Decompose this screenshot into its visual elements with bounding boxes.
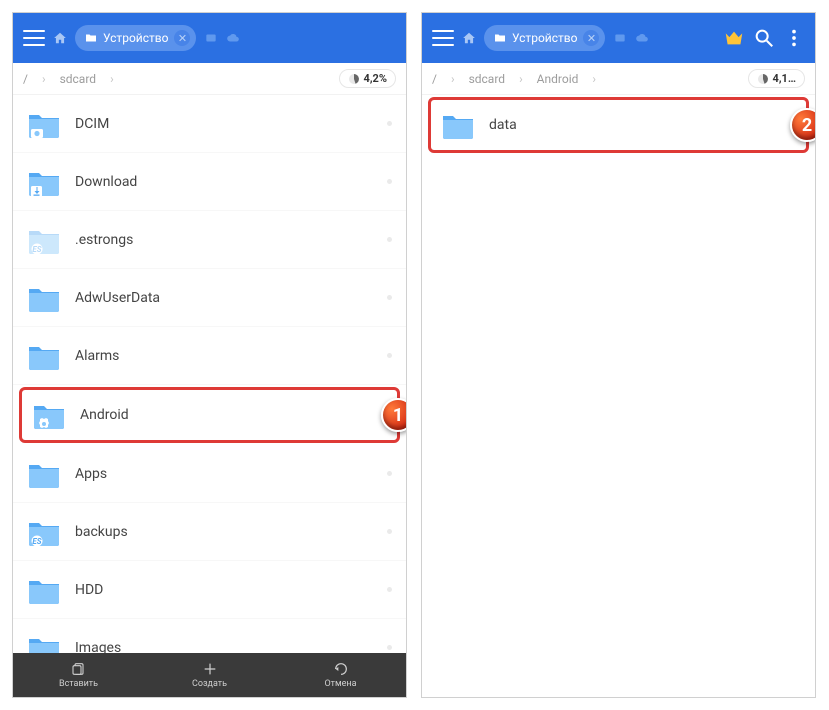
- breadcrumb-item[interactable]: sdcard: [60, 72, 97, 86]
- file-list: data 2: [422, 95, 815, 697]
- folder-name: AdwUserData: [75, 290, 160, 306]
- window-ghost-icon: [613, 31, 627, 45]
- tab-close-icon[interactable]: ✕: [583, 30, 599, 46]
- folder-icon: [32, 400, 66, 430]
- phone-pane-0: Устройство ✕ / › sdcard › 4,2% DCIM: [12, 12, 407, 698]
- app-topbar: Устройство ✕: [422, 13, 815, 63]
- pie-icon: [348, 73, 360, 85]
- button-label: Вставить: [59, 679, 98, 689]
- folder-icon: [27, 459, 61, 489]
- overflow-menu-icon[interactable]: [783, 27, 805, 49]
- folder-name: HDD: [75, 582, 103, 598]
- folder-name: .estrongs: [75, 232, 133, 248]
- chevron-right-icon: ›: [519, 72, 523, 86]
- row-indicator-dot: [387, 179, 392, 184]
- folder-icon: [27, 109, 61, 139]
- folder-icon: [27, 283, 61, 313]
- undo-icon: [333, 661, 349, 677]
- tab-label: Устройство: [512, 31, 577, 45]
- undo-button[interactable]: Отмена: [275, 653, 406, 697]
- folder-icon: [27, 633, 61, 654]
- folder-name: Download: [75, 174, 137, 190]
- path-tab[interactable]: Устройство ✕: [75, 25, 196, 51]
- chevron-right-icon: ›: [110, 72, 114, 86]
- pie-icon: [757, 73, 769, 85]
- breadcrumb-item[interactable]: sdcard: [469, 72, 506, 86]
- breadcrumb-item[interactable]: Android: [537, 72, 579, 86]
- button-label: Создать: [192, 679, 227, 689]
- storage-indicator[interactable]: 4,2%: [339, 69, 396, 88]
- folder-row[interactable]: Images: [13, 619, 406, 653]
- storage-value: 4,2%: [364, 72, 387, 85]
- folder-icon: [441, 110, 475, 140]
- folder-row[interactable]: AdwUserData: [13, 269, 406, 327]
- chevron-right-icon: ›: [451, 72, 455, 86]
- folder-row[interactable]: .estrongs: [13, 211, 406, 269]
- row-indicator-dot: [387, 295, 392, 300]
- menu-button[interactable]: [23, 30, 45, 46]
- file-list: DCIM Download .estrongs AdwUserData: [13, 95, 406, 653]
- row-indicator-dot: [387, 121, 392, 126]
- folder-icon: [27, 167, 61, 197]
- folder-row[interactable]: Download: [13, 153, 406, 211]
- storage-value: 4,1…: [773, 72, 796, 85]
- row-indicator-dot: [387, 587, 392, 592]
- app-topbar: Устройство ✕: [13, 13, 406, 63]
- breadcrumb-item[interactable]: /: [23, 72, 28, 86]
- row-indicator-dot: [387, 645, 392, 650]
- plus-icon: [202, 661, 218, 677]
- tab-label: Устройство: [103, 31, 168, 45]
- folder-row[interactable]: data 2: [428, 97, 809, 153]
- folder-name: DCIM: [75, 116, 109, 132]
- folder-icon: [27, 341, 61, 371]
- folder-row[interactable]: DCIM: [13, 95, 406, 153]
- row-indicator-dot: [387, 353, 392, 358]
- folder-name: data: [489, 117, 517, 133]
- menu-button[interactable]: [432, 30, 454, 46]
- folder-row[interactable]: Android 1: [19, 387, 400, 443]
- paste-button[interactable]: Вставить: [13, 653, 144, 697]
- folder-row[interactable]: backups: [13, 503, 406, 561]
- home-icon[interactable]: [462, 31, 476, 45]
- row-indicator-dot: [387, 237, 392, 242]
- search-icon[interactable]: [753, 27, 775, 49]
- breadcrumb-bar: / › sdcard › 4,2%: [13, 63, 406, 95]
- folder-name: Android: [80, 407, 129, 423]
- cloud-ghost-icon: [635, 31, 649, 45]
- folder-icon: [27, 517, 61, 547]
- folder-row[interactable]: Apps: [13, 445, 406, 503]
- folder-name: Images: [75, 640, 121, 654]
- folder-name: Alarms: [75, 348, 119, 364]
- storage-indicator[interactable]: 4,1…: [748, 69, 805, 88]
- bottom-action-bar: Вставить Создать Отмена: [13, 653, 406, 697]
- row-indicator-dot: [382, 413, 387, 418]
- home-icon[interactable]: [53, 31, 67, 45]
- folder-icon: [27, 575, 61, 605]
- tab-folder-icon: [85, 33, 97, 43]
- chevron-right-icon: ›: [592, 72, 596, 86]
- row-indicator-dot: [387, 471, 392, 476]
- button-label: Отмена: [324, 679, 356, 689]
- folder-icon: [27, 225, 61, 255]
- phone-pane-1: Устройство ✕ / › sdcard › Android › 4,1… data…: [421, 12, 816, 698]
- breadcrumb-item[interactable]: /: [432, 72, 437, 86]
- folder-row[interactable]: Alarms: [13, 327, 406, 385]
- cloud-ghost-icon: [226, 31, 240, 45]
- plus-button[interactable]: Создать: [144, 653, 275, 697]
- tab-folder-icon: [494, 33, 506, 43]
- breadcrumb-bar: / › sdcard › Android › 4,1…: [422, 63, 815, 95]
- folder-row[interactable]: HDD: [13, 561, 406, 619]
- window-ghost-icon: [204, 31, 218, 45]
- folder-name: backups: [75, 524, 128, 540]
- premium-crown-icon[interactable]: [723, 27, 745, 49]
- paste-icon: [71, 661, 87, 677]
- row-indicator-dot: [791, 123, 796, 128]
- folder-name: Apps: [75, 466, 107, 482]
- chevron-right-icon: ›: [42, 72, 46, 86]
- row-indicator-dot: [387, 529, 392, 534]
- tab-close-icon[interactable]: ✕: [174, 30, 190, 46]
- path-tab[interactable]: Устройство ✕: [484, 25, 605, 51]
